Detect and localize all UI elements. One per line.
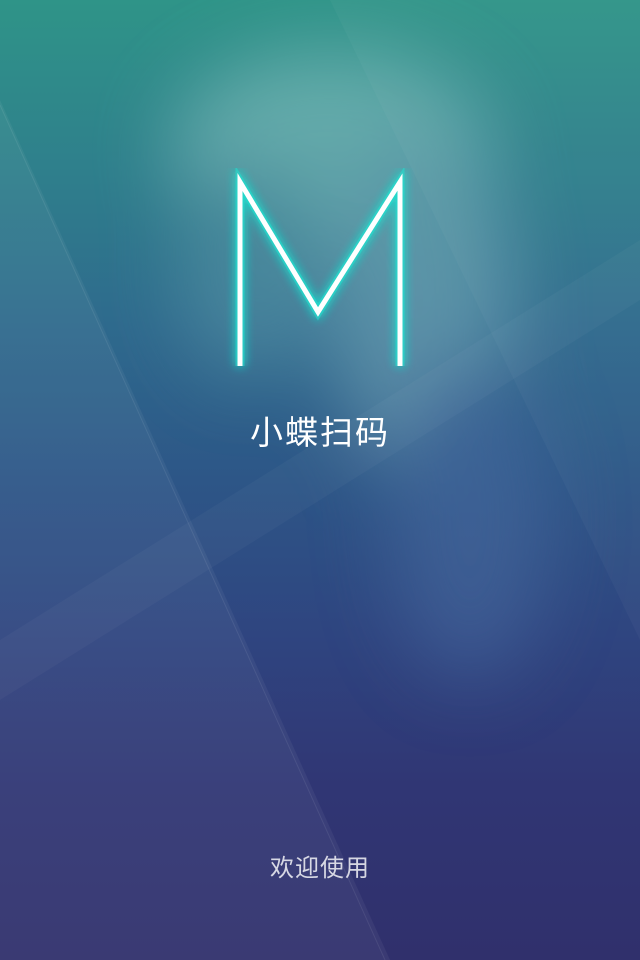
splash-screen: 小蝶扫码 欢迎使用 <box>0 0 640 960</box>
m-logo-icon <box>235 165 405 366</box>
welcome-text: 欢迎使用 <box>270 854 370 882</box>
app-name-title: 小蝶扫码 <box>250 413 390 452</box>
background-decoration <box>0 50 550 960</box>
app-logo <box>222 165 418 382</box>
